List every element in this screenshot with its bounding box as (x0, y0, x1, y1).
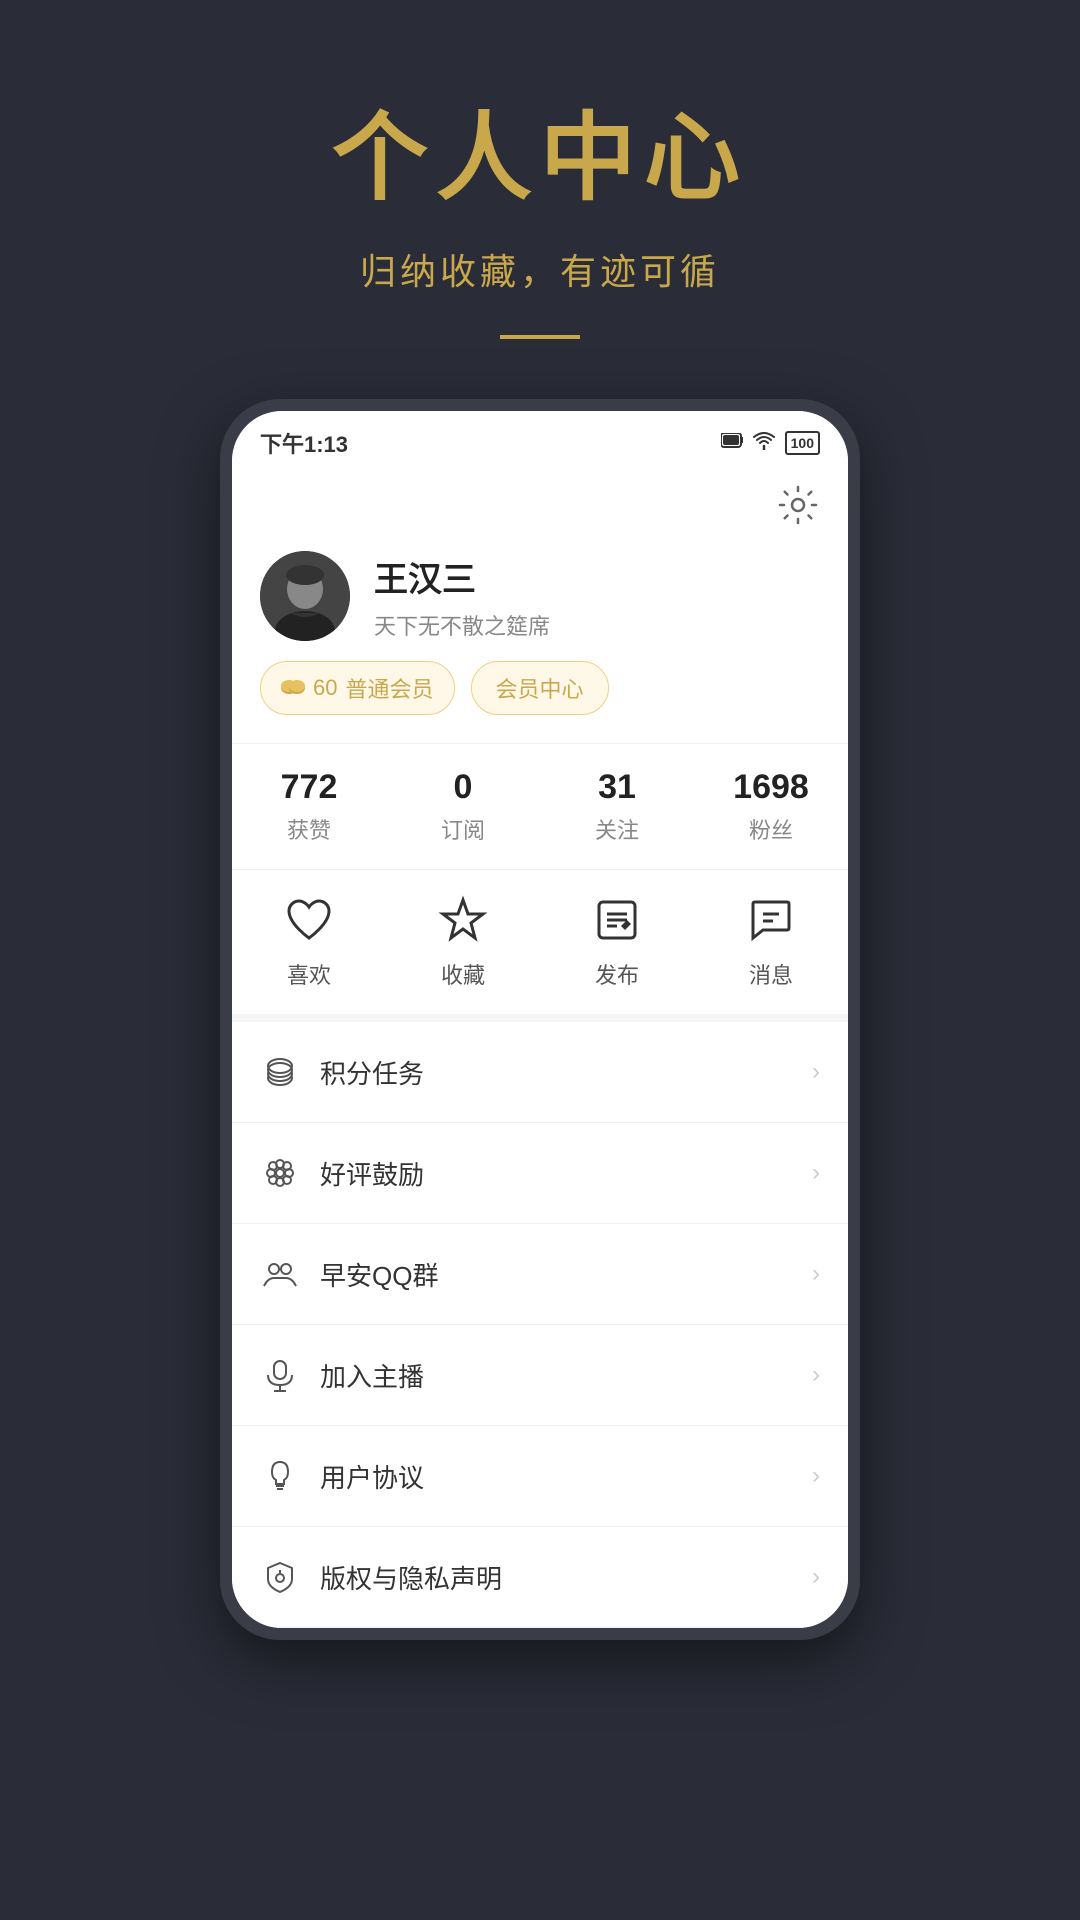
stat-sub-label: 订阅 (386, 813, 540, 845)
profile-text: 王汉三 天下无不散之筵席 (374, 552, 820, 641)
stat-following-label: 关注 (540, 813, 694, 845)
page-subtitle: 归纳收藏，有迹可循 (332, 243, 748, 295)
settings-row (232, 467, 848, 535)
menu-privacy-label: 版权与隐私声明 (320, 1559, 792, 1596)
coins-badge[interactable]: 60 普通会员 (260, 661, 455, 715)
stat-fans-label: 粉丝 (694, 813, 848, 845)
stats-section: 772 获赞 0 订阅 31 关注 1698 粉丝 (232, 743, 848, 869)
action-favorites[interactable]: 收藏 (386, 894, 540, 990)
stat-likes-number: 772 (232, 768, 386, 807)
status-bar: 下午1:13 100 (232, 411, 848, 467)
action-messages-label: 消息 (749, 958, 793, 990)
profile-name: 王汉三 (374, 552, 820, 601)
chevron-right-icon-3: › (812, 1260, 820, 1288)
menu-section: 积分任务 › 好评鼓励 (232, 1022, 848, 1628)
action-favorites-label: 收藏 (441, 958, 485, 990)
profile-badges: 60 普通会员 会员中心 (260, 661, 820, 715)
wifi-icon (753, 432, 775, 455)
menu-item-privacy[interactable]: 版权与隐私声明 › (232, 1527, 848, 1628)
stat-following-number: 31 (540, 768, 694, 807)
action-likes-label: 喜欢 (287, 958, 331, 990)
star-icon (437, 894, 489, 946)
status-icons: 100 (721, 431, 820, 455)
menu-item-review[interactable]: 好评鼓励 › (232, 1123, 848, 1224)
menu-streamer-label: 加入主播 (320, 1357, 792, 1394)
stat-following[interactable]: 31 关注 (540, 768, 694, 845)
chevron-right-icon-6: › (812, 1563, 820, 1591)
stat-subscriptions[interactable]: 0 订阅 (386, 768, 540, 845)
bulb-icon (260, 1456, 300, 1496)
menu-item-agreement[interactable]: 用户协议 › (232, 1426, 848, 1527)
message-icon (745, 894, 797, 946)
phone-frame: 下午1:13 100 (220, 399, 860, 1640)
chevron-right-icon: › (812, 1058, 820, 1086)
avatar[interactable] (260, 551, 350, 641)
coins-icon (260, 1052, 300, 1092)
action-likes[interactable]: 喜欢 (232, 894, 386, 990)
chevron-right-icon-5: › (812, 1462, 820, 1490)
chevron-right-icon-2: › (812, 1159, 820, 1187)
vip-center-badge[interactable]: 会员中心 (471, 661, 609, 715)
menu-review-label: 好评鼓励 (320, 1155, 792, 1192)
stat-fans-number: 1698 (694, 768, 848, 807)
action-publish[interactable]: 发布 (540, 894, 694, 990)
menu-item-streamer[interactable]: 加入主播 › (232, 1325, 848, 1426)
stat-likes[interactable]: 772 获赞 (232, 768, 386, 845)
flower-icon (260, 1153, 300, 1193)
menu-item-points[interactable]: 积分任务 › (232, 1022, 848, 1123)
edit-icon (591, 894, 643, 946)
close-icon (721, 433, 743, 454)
page-title: 个人中心 (332, 80, 748, 219)
profile-section: 王汉三 天下无不散之筵席 60 普通会员 会员中心 (232, 535, 848, 743)
profile-info: 王汉三 天下无不散之筵席 (260, 551, 820, 641)
battery-icon: 100 (785, 431, 820, 455)
stat-sub-number: 0 (386, 768, 540, 807)
action-messages[interactable]: 消息 (694, 894, 848, 990)
menu-item-qq[interactable]: 早安QQ群 › (232, 1224, 848, 1325)
group-icon (260, 1254, 300, 1294)
page-header: 个人中心 归纳收藏，有迹可循 (332, 80, 748, 339)
phone-screen: 下午1:13 100 (232, 411, 848, 1628)
status-time: 下午1:13 (260, 427, 348, 459)
stat-likes-label: 获赞 (232, 813, 386, 845)
divider (500, 335, 580, 339)
shield-icon (260, 1557, 300, 1597)
mic-icon (260, 1355, 300, 1395)
action-publish-label: 发布 (595, 958, 639, 990)
menu-agreement-label: 用户协议 (320, 1458, 792, 1495)
menu-points-label: 积分任务 (320, 1054, 792, 1091)
actions-section: 喜欢 收藏 发布 (232, 869, 848, 1014)
stat-fans[interactable]: 1698 粉丝 (694, 768, 848, 845)
menu-qq-label: 早安QQ群 (320, 1256, 792, 1293)
heart-icon (283, 894, 335, 946)
profile-bio: 天下无不散之筵席 (374, 609, 820, 641)
settings-icon[interactable] (776, 483, 820, 527)
chevron-right-icon-4: › (812, 1361, 820, 1389)
